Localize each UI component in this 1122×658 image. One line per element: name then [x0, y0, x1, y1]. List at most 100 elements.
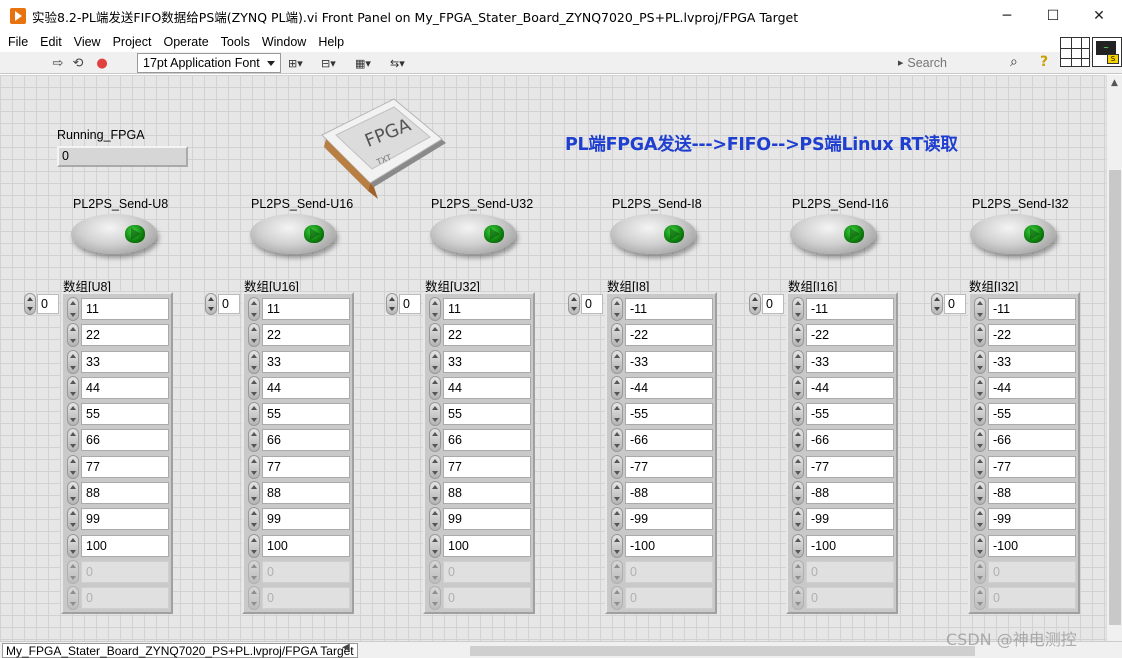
search-input[interactable] [907, 56, 1008, 70]
element-value[interactable]: 66 [262, 429, 350, 452]
element-spinner[interactable] [67, 586, 79, 611]
element-value[interactable]: -77 [988, 455, 1076, 478]
array-index-control[interactable]: 0 [568, 293, 604, 315]
element-spinner[interactable] [792, 297, 804, 321]
element-spinner[interactable] [248, 454, 260, 479]
array-index-control[interactable]: 0 [749, 293, 785, 315]
element-spinner[interactable] [792, 349, 804, 374]
element-spinner[interactable] [248, 559, 260, 584]
element-spinner[interactable] [974, 402, 986, 427]
element-value[interactable]: -88 [806, 482, 894, 505]
element-value[interactable]: 88 [262, 482, 350, 505]
index-value[interactable]: 0 [762, 294, 784, 314]
element-value[interactable]: -22 [806, 324, 894, 347]
element-value[interactable]: 22 [443, 324, 531, 347]
element-value[interactable]: 33 [262, 350, 350, 373]
element-value[interactable]: 0 [625, 587, 713, 610]
context-help-icon[interactable]: ? [1040, 54, 1054, 72]
element-value[interactable]: -77 [806, 455, 894, 478]
element-spinner[interactable] [611, 533, 623, 558]
element-value[interactable]: 22 [81, 324, 169, 347]
index-spinner[interactable] [931, 293, 943, 315]
element-spinner[interactable] [67, 349, 79, 374]
index-value[interactable]: 0 [37, 294, 59, 314]
element-spinner[interactable] [974, 375, 986, 400]
element-value[interactable]: 33 [81, 350, 169, 373]
element-spinner[interactable] [611, 507, 623, 532]
array-index-control[interactable]: 0 [386, 293, 422, 315]
vi-icon[interactable]: ~ S [1092, 37, 1122, 67]
element-spinner[interactable] [611, 428, 623, 453]
element-value[interactable]: 0 [625, 560, 713, 583]
element-spinner[interactable] [429, 533, 441, 558]
maximize-button[interactable]: ☐ [1030, 0, 1076, 32]
index-spinner[interactable] [24, 293, 36, 315]
element-value[interactable]: 0 [806, 560, 894, 583]
element-spinner[interactable] [974, 559, 986, 584]
element-value[interactable]: -77 [625, 455, 713, 478]
element-value[interactable]: -33 [625, 350, 713, 373]
element-spinner[interactable] [248, 586, 260, 611]
index-value[interactable]: 0 [218, 294, 240, 314]
element-value[interactable]: -88 [988, 482, 1076, 505]
element-value[interactable]: 66 [443, 429, 531, 452]
element-spinner[interactable] [792, 481, 804, 506]
target-path[interactable]: My_FPGA_Stater_Board_ZYNQ7020_PS+PL.lvpr… [2, 643, 358, 658]
index-spinner[interactable] [386, 293, 398, 315]
element-value[interactable]: 88 [81, 482, 169, 505]
element-spinner[interactable] [67, 507, 79, 532]
element-spinner[interactable] [429, 428, 441, 453]
element-value[interactable]: -11 [806, 298, 894, 320]
element-value[interactable]: 77 [262, 455, 350, 478]
search-icon[interactable]: ⌕ [1010, 54, 1018, 70]
element-value[interactable]: 100 [81, 534, 169, 557]
run-arrow-icon[interactable]: ⇨ [50, 55, 66, 71]
abort-icon[interactable]: ● [94, 55, 110, 71]
element-value[interactable]: 0 [262, 587, 350, 610]
element-value[interactable]: -88 [625, 482, 713, 505]
element-spinner[interactable] [67, 297, 79, 321]
element-spinner[interactable] [248, 297, 260, 321]
element-spinner[interactable] [792, 507, 804, 532]
close-button[interactable]: ✕ [1076, 0, 1122, 32]
minimize-button[interactable]: ─ [984, 0, 1030, 32]
send-i16-button[interactable] [790, 214, 876, 254]
distribute-objects-icon[interactable]: ⊟▾ [321, 55, 347, 71]
menu-operate[interactable]: Operate [157, 35, 214, 49]
align-objects-icon[interactable]: ⊞▾ [288, 55, 314, 71]
element-spinner[interactable] [429, 402, 441, 427]
element-value[interactable]: -33 [988, 350, 1076, 373]
element-value[interactable]: 55 [262, 403, 350, 426]
index-spinner[interactable] [205, 293, 217, 315]
element-value[interactable]: 0 [81, 587, 169, 610]
element-spinner[interactable] [974, 586, 986, 611]
element-value[interactable]: 77 [81, 455, 169, 478]
element-value[interactable]: -66 [988, 429, 1076, 452]
element-spinner[interactable] [792, 454, 804, 479]
menu-project[interactable]: Project [107, 35, 158, 49]
element-spinner[interactable] [248, 323, 260, 348]
menu-window[interactable]: Window [256, 35, 312, 49]
element-spinner[interactable] [792, 428, 804, 453]
scroll-up-icon[interactable]: ▲ [1111, 78, 1118, 88]
element-spinner[interactable] [67, 533, 79, 558]
array-index-control[interactable]: 0 [205, 293, 241, 315]
element-value[interactable]: -99 [806, 508, 894, 531]
array-index-control[interactable]: 0 [24, 293, 60, 315]
send-u8-button[interactable] [71, 214, 157, 254]
element-value[interactable]: -11 [625, 298, 713, 320]
element-value[interactable]: -55 [806, 403, 894, 426]
menu-tools[interactable]: Tools [215, 35, 256, 49]
element-value[interactable]: -100 [625, 534, 713, 557]
element-value[interactable]: 0 [443, 587, 531, 610]
element-value[interactable]: -44 [806, 376, 894, 399]
element-spinner[interactable] [248, 375, 260, 400]
element-spinner[interactable] [67, 559, 79, 584]
element-spinner[interactable] [792, 375, 804, 400]
reorder-icon[interactable]: ⇆▾ [390, 55, 416, 71]
element-value[interactable]: 0 [988, 560, 1076, 583]
scroll-left-icon[interactable]: ◀ [342, 642, 350, 653]
index-value[interactable]: 0 [944, 294, 966, 314]
index-spinner[interactable] [568, 293, 580, 315]
element-value[interactable]: -11 [988, 298, 1076, 320]
